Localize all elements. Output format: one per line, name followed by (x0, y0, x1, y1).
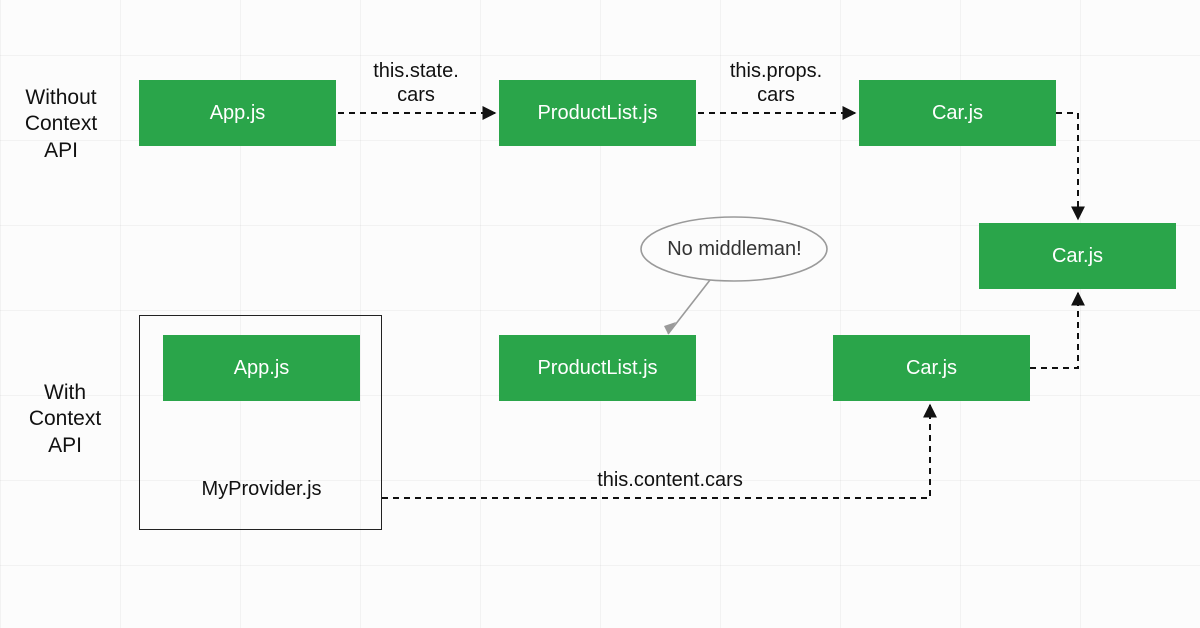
node-car-with: Car.js (833, 335, 1030, 401)
node-productlist-without: ProductList.js (499, 80, 696, 146)
edge-label-state-cars: this.state. cars (346, 59, 486, 107)
node-app-without: App.js (139, 80, 336, 146)
edge-label-props-cars: this.props. cars (706, 59, 846, 107)
section-label-without: Without Context API (6, 85, 116, 164)
node-app-with: App.js (163, 335, 360, 401)
diagram-layer: Without Context API With Context API App… (0, 0, 1200, 628)
callout-text: No middleman! (652, 238, 817, 261)
callout-pointer (668, 280, 710, 334)
arrow-car-with-to-car-middle (1030, 293, 1078, 368)
arrow-car-to-car-middle (1056, 113, 1078, 219)
callout-pointer-head (664, 322, 676, 334)
edge-label-content-cars: this.content.cars (560, 468, 780, 492)
section-label-with: With Context API (20, 380, 110, 459)
node-car-middle: Car.js (979, 223, 1176, 289)
node-car-without: Car.js (859, 80, 1056, 146)
node-provider-label: MyProvider.js (163, 478, 360, 501)
node-productlist-with: ProductList.js (499, 335, 696, 401)
